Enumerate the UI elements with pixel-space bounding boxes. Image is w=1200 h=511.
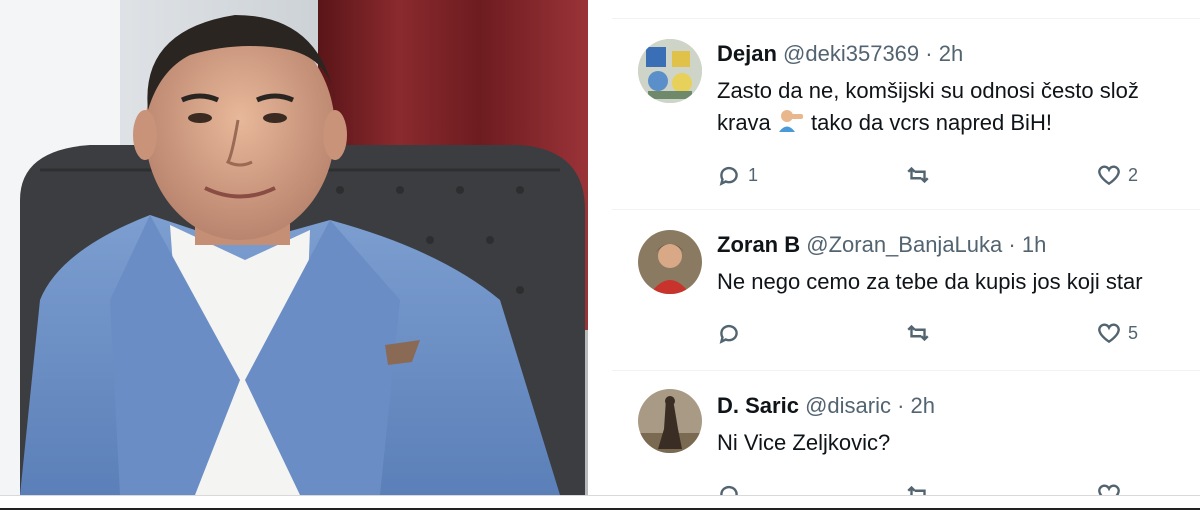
timestamp[interactable]: · 2h (925, 41, 963, 66)
person-facepalm-emoji-icon (777, 108, 805, 141)
user-handle[interactable]: @Zoran_BanjaLuka (806, 232, 1002, 257)
tweet-reply[interactable]: Dejan @deki357369 · 2h Zasto da ne, komš… (612, 19, 1200, 209)
tweet-text-fragment: tako da vcrs napred BiH! (811, 110, 1052, 135)
reply-icon (720, 485, 738, 495)
reply-icon (719, 324, 738, 344)
tweet-header: Zoran B @Zoran_BanjaLuka · 1h (717, 232, 1046, 258)
user-handle[interactable]: @disaric (805, 393, 891, 418)
like-button[interactable]: 2 (1096, 162, 1138, 188)
tweet-text-line: Zasto da ne, komšijski su odnosi često s… (717, 78, 1139, 103)
tweet-replies-feed: Dejan @deki357369 · 2h Zasto da ne, komš… (612, 0, 1200, 495)
like-button[interactable]: 5 (1096, 320, 1138, 346)
like-icon (1098, 323, 1120, 344)
reply-icon (719, 166, 738, 186)
like-count: 2 (1128, 164, 1139, 185)
reply-button[interactable]: 1 (716, 162, 758, 188)
tweet-header: D. Saric @disaric · 2h (717, 393, 935, 419)
retweet-button[interactable] (905, 162, 931, 188)
reply-count: 1 (748, 164, 759, 185)
user-handle[interactable]: @deki357369 (783, 41, 919, 66)
reply-button[interactable] (716, 481, 742, 495)
bottom-border (0, 495, 1200, 511)
tweet-text-line: Ne nego cemo za tebe da kupis jos koji s… (717, 269, 1143, 294)
retweet-icon (907, 166, 929, 184)
like-icon (1098, 165, 1120, 186)
retweet-button[interactable] (905, 320, 931, 346)
timestamp[interactable]: · 2h (897, 393, 935, 418)
display-name[interactable]: Dejan (717, 41, 777, 66)
retweet-button[interactable] (905, 481, 931, 495)
like-count: 5 (1128, 322, 1139, 343)
tweet-reply[interactable]: D. Saric @disaric · 2h Ni Vice Zeljkovic… (612, 371, 1200, 495)
tweet-text-line: krava tako da vcrs napred BiH! (717, 107, 1052, 141)
tweet-text-line: Ni Vice Zeljkovic? (717, 430, 891, 455)
article-photo (0, 0, 588, 495)
retweet-icon (907, 324, 929, 342)
timestamp[interactable]: · 1h (1008, 232, 1046, 257)
tweet-header: Dejan @deki357369 · 2h (717, 41, 963, 67)
avatar[interactable] (638, 389, 702, 453)
retweet-icon (907, 485, 926, 495)
avatar[interactable] (638, 39, 702, 103)
display-name[interactable]: D. Saric (717, 393, 799, 418)
display-name[interactable]: Zoran B (717, 232, 800, 257)
avatar[interactable] (638, 230, 702, 294)
tweet-text-fragment: krava (717, 110, 771, 135)
like-button[interactable] (1096, 481, 1122, 495)
man-in-blue-suit-image (0, 0, 588, 495)
tweet-reply[interactable]: Zoran B @Zoran_BanjaLuka · 1h Ne nego ce… (612, 210, 1200, 370)
like-icon (1098, 484, 1120, 495)
reply-button[interactable] (716, 320, 748, 346)
